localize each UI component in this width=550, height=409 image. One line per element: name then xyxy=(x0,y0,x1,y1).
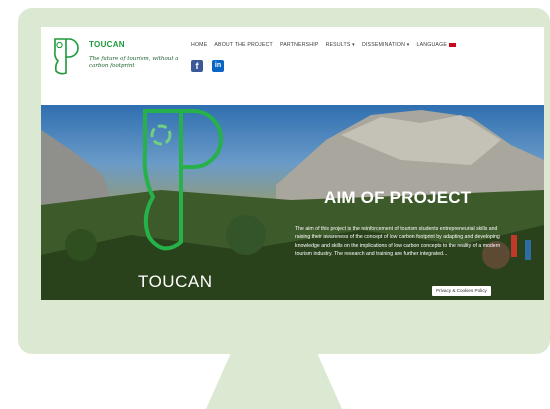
social-links: f in xyxy=(191,60,224,72)
nav-home[interactable]: HOME xyxy=(191,42,207,48)
hero-toucan-logo-icon xyxy=(142,109,223,251)
nav-language[interactable]: LANGUAGE xyxy=(417,42,456,48)
main-nav: HOME ABOUT THE PROJECT PARTNERSHIP RESUL… xyxy=(191,42,541,48)
brand-name[interactable]: TOUCAN xyxy=(89,40,125,49)
toucan-logo-icon[interactable] xyxy=(52,37,80,77)
hero-title: AIM OF PROJECT xyxy=(324,188,472,207)
nav-partnership[interactable]: PARTNERSHIP xyxy=(280,42,319,48)
spain-flag-icon xyxy=(448,42,456,47)
nav-about[interactable]: ABOUT THE PROJECT xyxy=(214,42,273,48)
nav-dissemination[interactable]: DISSEMINATION ▾ xyxy=(362,42,410,48)
linkedin-icon[interactable]: in xyxy=(212,60,224,72)
nav-language-label: LANGUAGE xyxy=(416,42,447,48)
site-header: TOUCAN The future of tourism, without a … xyxy=(41,27,544,105)
hero-description: The aim of this project is the reinforce… xyxy=(295,226,501,257)
privacy-cookies-button[interactable]: Privacy & Cookies Policy xyxy=(432,286,491,296)
facebook-icon[interactable]: f xyxy=(191,60,203,72)
hero-banner: TOUCAN AIM OF PROJECT The aim of this pr… xyxy=(41,105,544,300)
monitor-stand xyxy=(206,354,342,409)
nav-results[interactable]: RESULTS ▾ xyxy=(326,42,355,48)
brand-tagline: The future of tourism, without a carbon … xyxy=(89,56,179,69)
hero-brand-name: TOUCAN xyxy=(138,272,213,291)
website-screen: TOUCAN The future of tourism, without a … xyxy=(41,27,544,300)
